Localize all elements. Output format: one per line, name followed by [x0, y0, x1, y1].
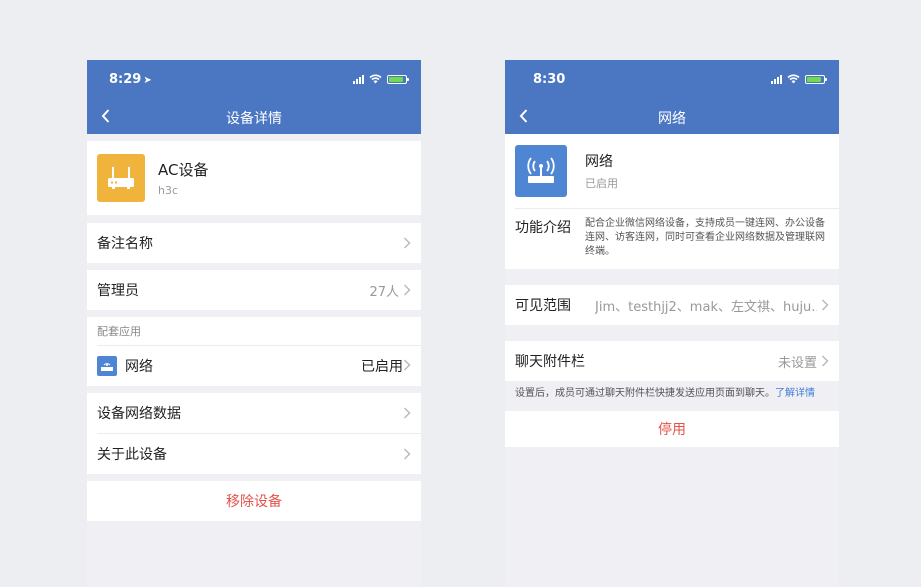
feature-intro-label: 功能介绍	[515, 220, 571, 236]
app-intro-card: 网络 已启用 功能介绍 配合企业微信网络设备，支持成员一键连网、办公设备连网、访…	[505, 134, 839, 269]
battery-icon	[805, 74, 827, 84]
chat-attachment-row[interactable]: 聊天附件栏 未设置	[505, 341, 839, 381]
chevron-right-icon	[403, 448, 411, 460]
network-app-screen: 8:30 网络 网络 已启用 功能介绍 配合企业微信网络设备，支持成员一键连网、…	[505, 60, 839, 587]
device-info-group: 设备网络数据 关于此设备	[87, 393, 421, 474]
visible-scope-label: 可见范围	[515, 298, 571, 314]
status-icons	[353, 74, 409, 84]
chat-attachment-note: 设置后，成员可通过聊天附件栏快捷发送应用页面到聊天。了解详情	[505, 381, 839, 411]
app-header: 网络 已启用	[505, 134, 839, 208]
companion-apps-section: 配套应用 网络 已启用	[87, 317, 421, 386]
status-bar: 8:29 ➤	[87, 60, 421, 100]
network-app-status: 已启用	[361, 359, 403, 375]
network-data-row[interactable]: 设备网络数据	[87, 393, 421, 433]
chevron-right-icon	[821, 299, 829, 311]
admin-row[interactable]: 管理员 27人	[87, 270, 421, 310]
remove-device-button[interactable]: 移除设备	[87, 481, 421, 521]
chevron-right-icon	[821, 355, 829, 367]
page-title: 网络	[658, 111, 686, 127]
network-app-label: 网络	[125, 359, 153, 375]
status-bar: 8:30	[505, 60, 839, 100]
visible-scope-value: Jim、testhjj2、mak、左文祺、huju...	[595, 299, 817, 315]
feature-intro-text: 配合企业微信网络设备，支持成员一键连网、办公设备连网、访客连网，同时可查看企业网…	[585, 218, 825, 257]
status-icons	[771, 74, 827, 84]
chevron-right-icon	[403, 407, 411, 419]
location-arrow-icon: ➤	[143, 75, 152, 86]
router-icon	[97, 154, 145, 202]
chat-attachment-value: 未设置	[777, 355, 817, 371]
about-device-row[interactable]: 关于此设备	[87, 434, 421, 474]
chevron-right-icon	[403, 284, 411, 296]
disable-button[interactable]: 停用	[505, 411, 839, 447]
status-time: 8:30	[533, 72, 566, 87]
device-detail-screen: 8:29 ➤ 设备详情 AC设备 h3c 备注名称 管理员 27人 配套应用 网…	[87, 60, 421, 587]
app-status: 已启用	[585, 177, 618, 190]
network-data-label: 设备网络数据	[97, 406, 181, 422]
page-title: 设备详情	[226, 111, 282, 127]
signal-icon	[771, 74, 782, 84]
feature-intro: 功能介绍 配合企业微信网络设备，支持成员一键连网、办公设备连网、访客连网，同时可…	[505, 209, 839, 269]
wifi-icon	[369, 74, 382, 84]
signal-icon	[353, 74, 364, 84]
network-app-row[interactable]: 网络 已启用	[87, 346, 421, 386]
device-header: AC设备 h3c	[87, 141, 421, 215]
app-name: 网络	[585, 154, 613, 170]
section-label: 配套应用	[97, 325, 141, 338]
header: 8:29 ➤ 设备详情	[87, 60, 421, 134]
network-app-icon	[97, 356, 117, 376]
note-text: 设置后，成员可通过聊天附件栏快捷发送应用页面到聊天。	[515, 388, 775, 399]
admin-count: 27人	[369, 284, 399, 300]
learn-more-link[interactable]: 了解详情	[775, 388, 815, 399]
chevron-right-icon	[403, 359, 411, 371]
time-text: 8:29	[109, 72, 142, 87]
wifi-icon	[787, 74, 800, 84]
visible-scope-row[interactable]: 可见范围 Jim、testhjj2、mak、左文祺、huju...	[505, 285, 839, 325]
battery-icon	[387, 74, 409, 84]
about-device-label: 关于此设备	[97, 447, 167, 463]
chevron-right-icon	[403, 237, 411, 249]
device-name: AC设备	[158, 161, 209, 179]
nav-bar: 设备详情	[87, 100, 421, 134]
chat-attachment-label: 聊天附件栏	[515, 354, 585, 370]
admin-label: 管理员	[97, 283, 139, 299]
status-time: 8:29 ➤	[109, 72, 152, 87]
remark-name-label: 备注名称	[97, 236, 153, 252]
remark-name-row[interactable]: 备注名称	[87, 223, 421, 263]
device-model: h3c	[158, 184, 179, 197]
nav-bar: 网络	[505, 100, 839, 134]
network-app-icon	[515, 145, 567, 197]
header: 8:30 网络	[505, 60, 839, 134]
